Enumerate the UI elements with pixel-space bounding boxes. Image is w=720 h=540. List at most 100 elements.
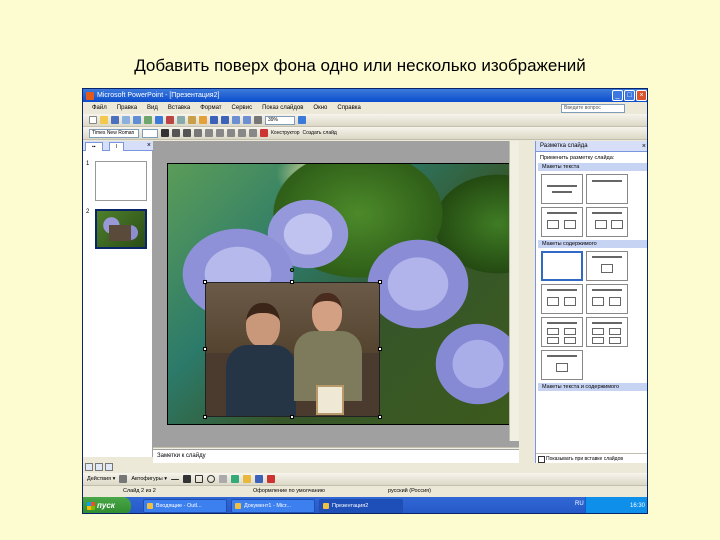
font-select[interactable]: Times New Roman	[89, 128, 139, 138]
align-right-icon[interactable]	[227, 129, 235, 137]
underline-icon[interactable]	[183, 129, 191, 137]
font-color-icon[interactable]	[260, 129, 268, 137]
sorter-view-icon[interactable]	[95, 463, 103, 471]
rotate-handle[interactable]	[290, 268, 294, 272]
copy-icon[interactable]	[177, 116, 185, 124]
notes-field[interactable]: Заметки к слайду	[153, 449, 519, 463]
resize-handle[interactable]	[290, 280, 294, 284]
zoom-select[interactable]: 39%	[265, 115, 295, 125]
layout-content-3[interactable]	[586, 284, 628, 314]
open-icon[interactable]	[100, 116, 108, 124]
maximize-button[interactable]: □	[624, 90, 635, 101]
layout-grid-text	[536, 172, 647, 239]
line-color-icon[interactable]	[254, 475, 263, 483]
new-icon[interactable]	[89, 116, 97, 124]
close-icon[interactable]: ×	[642, 141, 646, 152]
layout-content-4[interactable]	[541, 317, 583, 347]
permission-icon[interactable]	[122, 116, 130, 124]
menu-format[interactable]: Формат	[195, 102, 226, 114]
task-pane-title[interactable]: Разметка слайда	[536, 141, 647, 152]
taskbar-item-outlook[interactable]: Входящие - Outl...	[143, 499, 227, 513]
print-icon[interactable]	[133, 116, 141, 124]
vertical-scrollbar[interactable]	[509, 141, 519, 441]
layout-title-only[interactable]	[586, 174, 628, 204]
numbering-icon[interactable]	[238, 129, 246, 137]
bold-icon[interactable]	[161, 129, 169, 137]
font-size-select[interactable]	[142, 128, 158, 138]
layout-vertical[interactable]	[586, 207, 628, 237]
actions-menu[interactable]: Действия ▾	[87, 476, 115, 482]
menu-view[interactable]: Вид	[142, 102, 163, 114]
resize-handle[interactable]	[378, 415, 382, 419]
minimize-button[interactable]: _	[612, 90, 623, 101]
clipart-icon[interactable]	[230, 475, 239, 483]
slide-canvas[interactable]	[167, 163, 517, 425]
menu-insert[interactable]: Вставка	[163, 102, 195, 114]
fill-color-icon[interactable]	[242, 475, 251, 483]
font-color-icon[interactable]	[266, 475, 275, 483]
grid-icon[interactable]	[254, 116, 262, 124]
format-painter-icon[interactable]	[199, 116, 207, 124]
layout-content-6[interactable]	[541, 350, 583, 380]
taskbar-item-powerpoint[interactable]: Презентация2	[319, 499, 403, 513]
textbox-icon[interactable]	[218, 475, 227, 483]
layout-two-columns[interactable]	[541, 207, 583, 237]
menu-edit[interactable]: Правка	[112, 102, 142, 114]
italic-icon[interactable]	[172, 129, 180, 137]
arrow-icon[interactable]	[182, 475, 191, 483]
section-content-layouts: Макеты содержимого	[538, 240, 647, 248]
line-icon[interactable]	[170, 478, 179, 480]
new-slide-button[interactable]: Создать слайд	[303, 130, 337, 136]
redo-icon[interactable]	[221, 116, 229, 124]
normal-view-icon[interactable]	[85, 463, 93, 471]
status-bar: Слайд 2 из 2 Оформление по умолчанию рус…	[83, 485, 647, 497]
layout-content-2[interactable]	[541, 284, 583, 314]
show-on-insert-checkbox[interactable]: Показывать при вставке слайдов	[536, 453, 647, 463]
menu-slideshow[interactable]: Показ слайдов	[257, 102, 308, 114]
design-button[interactable]: Конструктор	[271, 130, 300, 136]
shadow-icon[interactable]	[194, 129, 202, 137]
start-button[interactable]: пуск	[83, 497, 131, 513]
spelling-icon[interactable]	[155, 116, 163, 124]
close-button[interactable]: ×	[636, 90, 647, 101]
menu-window[interactable]: Окно	[308, 102, 332, 114]
layout-title[interactable]	[541, 174, 583, 204]
menu-tools[interactable]: Сервис	[227, 102, 258, 114]
help-search-input[interactable]: Введите вопрос	[561, 104, 625, 113]
help-icon[interactable]	[298, 116, 306, 124]
bullets-icon[interactable]	[249, 129, 257, 137]
preview-icon[interactable]	[144, 116, 152, 124]
resize-handle[interactable]	[290, 415, 294, 419]
language-indicator[interactable]: RU	[575, 501, 584, 507]
cut-icon[interactable]	[166, 116, 174, 124]
paste-icon[interactable]	[188, 116, 196, 124]
resize-handle[interactable]	[378, 280, 382, 284]
taskbar-item-word[interactable]: Документ1 - Micr...	[231, 499, 315, 513]
menu-file[interactable]: Файл	[87, 102, 112, 114]
inserted-photo[interactable]	[205, 282, 380, 417]
resize-handle[interactable]	[203, 280, 207, 284]
tab-outline[interactable]: ▪▪	[85, 142, 103, 151]
slide-thumbnail-2[interactable]	[95, 209, 147, 249]
resize-handle[interactable]	[203, 347, 207, 351]
layout-blank[interactable]	[541, 251, 583, 281]
align-center-icon[interactable]	[216, 129, 224, 137]
layout-content-5[interactable]	[586, 317, 628, 347]
chart-icon[interactable]	[232, 116, 240, 124]
autoshapes-menu[interactable]: Автофигуры ▾	[131, 476, 167, 482]
table-icon[interactable]	[243, 116, 251, 124]
slideshow-view-icon[interactable]	[105, 463, 113, 471]
tab-slides[interactable]: I	[109, 142, 125, 151]
select-icon[interactable]	[119, 475, 128, 483]
close-icon[interactable]: ×	[147, 141, 151, 151]
resize-handle[interactable]	[203, 415, 207, 419]
align-left-icon[interactable]	[205, 129, 213, 137]
save-icon[interactable]	[111, 116, 119, 124]
rectangle-icon[interactable]	[194, 475, 203, 483]
oval-icon[interactable]	[206, 475, 215, 483]
layout-content[interactable]	[586, 251, 628, 281]
menu-help[interactable]: Справка	[332, 102, 366, 114]
undo-icon[interactable]	[210, 116, 218, 124]
slide-thumbnail-1[interactable]	[95, 161, 147, 201]
resize-handle[interactable]	[378, 347, 382, 351]
